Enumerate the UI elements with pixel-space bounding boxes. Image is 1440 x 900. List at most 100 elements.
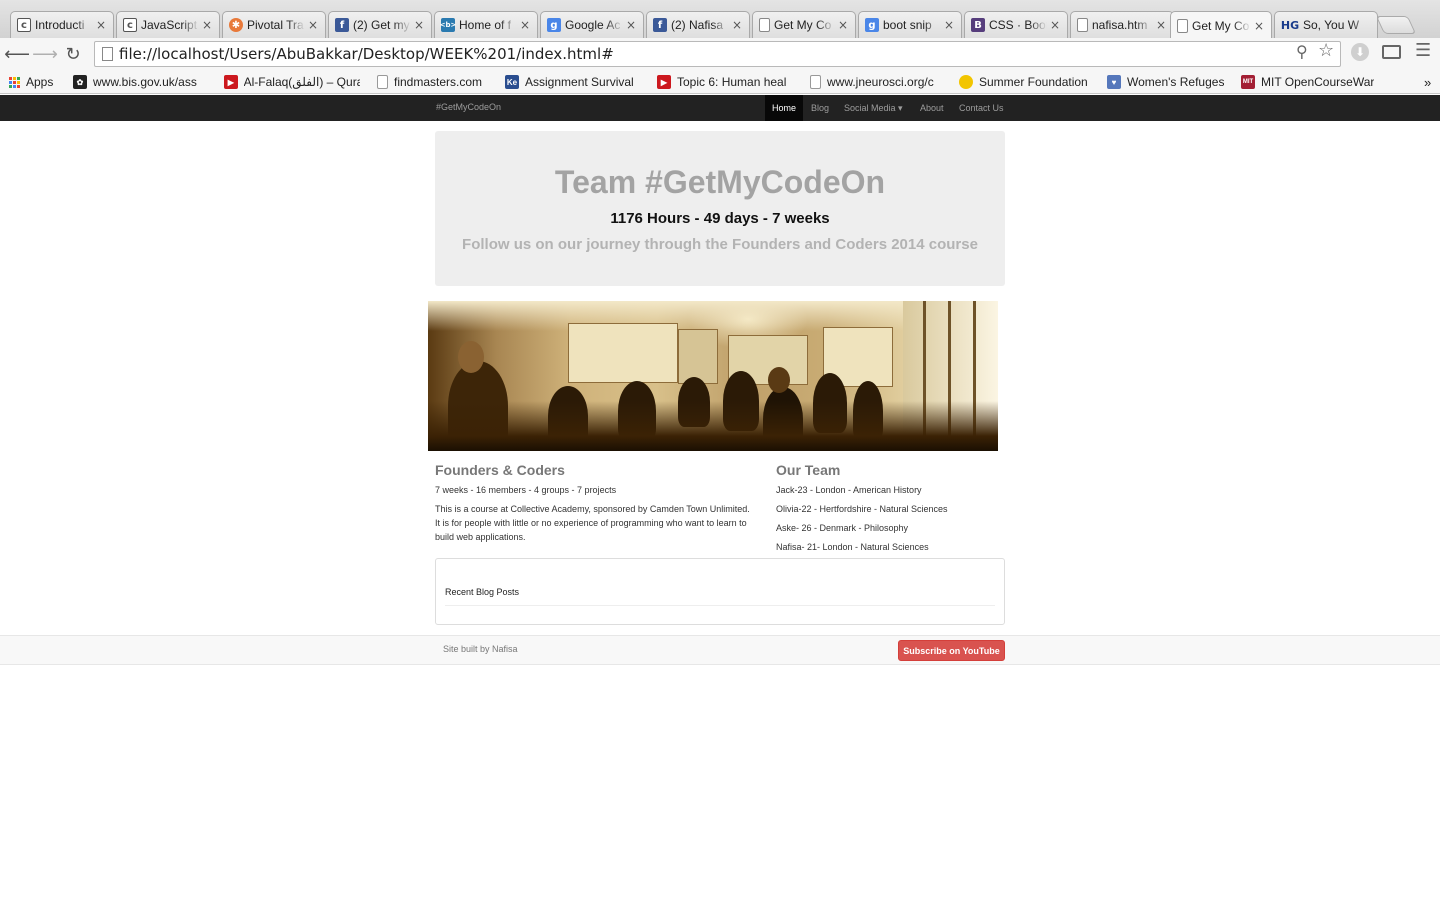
browser-tab[interactable]: f (2) Nafisa × bbox=[646, 11, 750, 38]
close-icon[interactable]: × bbox=[943, 18, 955, 32]
team-member: Jack-23 - London - American History bbox=[776, 485, 922, 495]
bookmark-item[interactable]: www.jneurosci.org/c bbox=[810, 74, 943, 90]
close-icon[interactable]: × bbox=[413, 18, 425, 32]
sun-icon bbox=[959, 75, 973, 89]
bookmark-item[interactable]: findmasters.com bbox=[377, 74, 482, 90]
course-stats: 1176 Hours - 49 days - 7 weeks bbox=[610, 210, 830, 227]
page-icon bbox=[1177, 18, 1188, 33]
more-bookmarks-chevron-icon[interactable]: » bbox=[1424, 74, 1431, 90]
bookmark-item[interactable]: MIT MIT OpenCourseWar bbox=[1241, 74, 1379, 90]
browser-tab[interactable]: B CSS · Boot × bbox=[964, 11, 1068, 38]
browser-tab-strip: c Introducti × c JavaScript × ✱ Pivotal … bbox=[0, 0, 1440, 39]
browser-tab[interactable]: HG So, You W bbox=[1274, 11, 1378, 38]
hg-icon: HG bbox=[1280, 18, 1300, 32]
back-arrow-icon[interactable]: ⟵ bbox=[4, 42, 30, 66]
close-icon[interactable]: × bbox=[1049, 18, 1061, 32]
new-tab-button[interactable] bbox=[1375, 16, 1417, 34]
close-icon[interactable]: × bbox=[837, 18, 849, 32]
bookmark-item[interactable]: Ke Assignment Survival bbox=[505, 74, 640, 90]
download-icon[interactable]: ⬇ bbox=[1351, 43, 1369, 61]
jumbotron: Team #GetMyCodeOn 1176 Hours - 49 days -… bbox=[435, 131, 1005, 286]
tab-title: (2) Nafisa bbox=[671, 18, 724, 32]
document-code-icon: c bbox=[17, 18, 31, 32]
nav-about[interactable]: About bbox=[913, 95, 951, 121]
tab-title: Google Ac bbox=[565, 18, 621, 32]
team-member: Olivia-22 - Hertfordshire - Natural Scie… bbox=[776, 504, 948, 514]
apps-grid-icon bbox=[9, 76, 20, 88]
browser-tab[interactable]: <b> Home of f × bbox=[434, 11, 538, 38]
browser-tab[interactable]: f (2) Get my × bbox=[328, 11, 432, 38]
subscribe-youtube-button[interactable]: Subscribe on YouTube bbox=[898, 640, 1005, 661]
bookmark-item[interactable]: Summer Foundation bbox=[959, 74, 1088, 90]
bookmark-item[interactable]: ✿ www.bis.gov.uk/ass bbox=[73, 74, 208, 90]
browser-tab[interactable]: nafisa.htm × bbox=[1070, 11, 1174, 38]
tab-title: Home of f bbox=[459, 18, 512, 32]
google-icon: g bbox=[865, 18, 879, 32]
nav-contact[interactable]: Contact Us bbox=[952, 95, 1011, 121]
bootstrap-icon: B bbox=[971, 18, 985, 32]
bookmark-item[interactable]: ♥ Women's Refuges bbox=[1107, 74, 1224, 90]
recent-blog-posts-panel: Recent Blog Posts bbox=[435, 558, 1005, 625]
tab-title: Get My Co bbox=[774, 18, 832, 32]
tagline: Follow us on our journey through the Fou… bbox=[462, 236, 978, 253]
bis-icon: ✿ bbox=[73, 75, 87, 89]
site-brand[interactable]: #GetMyCodeOn bbox=[436, 102, 501, 112]
forward-arrow-icon[interactable]: ⟶ bbox=[32, 42, 58, 66]
nav-home[interactable]: Home bbox=[765, 95, 804, 121]
bookmark-item[interactable]: ▶ Topic 6: Human heal bbox=[657, 74, 794, 90]
bookmark-item[interactable]: ▶ Al-Falaq(الفلق) – Qura bbox=[224, 74, 360, 90]
youtube-icon: ▶ bbox=[657, 75, 671, 89]
browser-tab[interactable]: c Introducti × bbox=[10, 11, 114, 38]
site-footer: Site built by Nafisa Subscribe on YouTub… bbox=[0, 635, 1440, 665]
menu-icon[interactable]: ☰ bbox=[1415, 40, 1431, 61]
url-text: file://localhost/Users/AbuBakkar/Desktop… bbox=[119, 45, 614, 63]
bookmark-apps[interactable]: Apps bbox=[9, 74, 53, 90]
team-heading: Our Team bbox=[776, 462, 841, 478]
close-icon[interactable]: × bbox=[625, 18, 637, 32]
document-code-icon: c bbox=[123, 18, 137, 32]
browser-tab[interactable]: g boot snip × bbox=[858, 11, 962, 38]
close-icon[interactable]: × bbox=[731, 18, 743, 32]
google-icon: g bbox=[547, 18, 561, 32]
founders-heading: Founders & Coders bbox=[435, 462, 565, 478]
tab-title: CSS · Boot bbox=[989, 18, 1047, 32]
mit-icon: MIT bbox=[1241, 75, 1255, 89]
page-icon bbox=[759, 18, 770, 32]
facebook-icon: f bbox=[335, 18, 349, 32]
close-icon[interactable]: × bbox=[1155, 18, 1167, 32]
pivotal-icon: ✱ bbox=[229, 18, 243, 32]
browser-toolbar: ⟵ ⟶ ↻ file://localhost/Users/AbuBakkar/D… bbox=[0, 38, 1440, 70]
tab-title: So, You W bbox=[1303, 18, 1360, 32]
code-brackets-icon: <b> bbox=[440, 18, 456, 32]
close-icon[interactable]: × bbox=[307, 18, 319, 32]
tab-title: boot snip bbox=[883, 18, 932, 32]
close-icon[interactable]: × bbox=[1253, 19, 1265, 33]
facebook-icon: f bbox=[653, 18, 667, 32]
close-icon[interactable]: × bbox=[519, 18, 531, 32]
reload-icon[interactable]: ↻ bbox=[61, 42, 85, 66]
nav-blog[interactable]: Blog bbox=[804, 95, 836, 121]
page-icon bbox=[810, 75, 821, 89]
site-navbar: #GetMyCodeOn Home Blog Social Media ▾ Ab… bbox=[0, 95, 1440, 121]
panel-heading: Recent Blog Posts bbox=[445, 587, 520, 597]
browser-tab-active[interactable]: Get My Co × bbox=[1170, 11, 1272, 39]
browser-tab[interactable]: c JavaScript × bbox=[116, 11, 220, 38]
browser-tab[interactable]: ✱ Pivotal Tra × bbox=[222, 11, 326, 38]
classroom-panorama-image bbox=[428, 301, 998, 451]
browser-tab[interactable]: g Google Ac × bbox=[540, 11, 644, 38]
bookmarks-bar: Apps ✿ www.bis.gov.uk/ass ▶ Al-Falaq(الف… bbox=[0, 70, 1440, 94]
nav-social-media-dropdown[interactable]: Social Media ▾ bbox=[837, 95, 910, 121]
tab-title: Introducti bbox=[35, 18, 85, 32]
close-icon[interactable]: × bbox=[95, 18, 107, 32]
close-icon[interactable]: × bbox=[201, 18, 213, 32]
address-bar[interactable]: file://localhost/Users/AbuBakkar/Desktop… bbox=[94, 41, 1341, 67]
browser-tab[interactable]: Get My Co × bbox=[752, 11, 856, 38]
bookmark-star-icon[interactable]: ☆ bbox=[1318, 40, 1334, 61]
tab-title: JavaScript bbox=[141, 18, 198, 32]
youtube-icon: ▶ bbox=[224, 75, 238, 89]
tab-title: Get My Co bbox=[1192, 18, 1250, 33]
search-icon[interactable]: ⚲ bbox=[1296, 42, 1308, 61]
cast-icon[interactable] bbox=[1382, 45, 1401, 59]
founders-summary: 7 weeks - 16 members - 4 groups - 7 proj… bbox=[435, 485, 617, 495]
founders-description: This is a course at Collective Academy, … bbox=[435, 504, 750, 542]
